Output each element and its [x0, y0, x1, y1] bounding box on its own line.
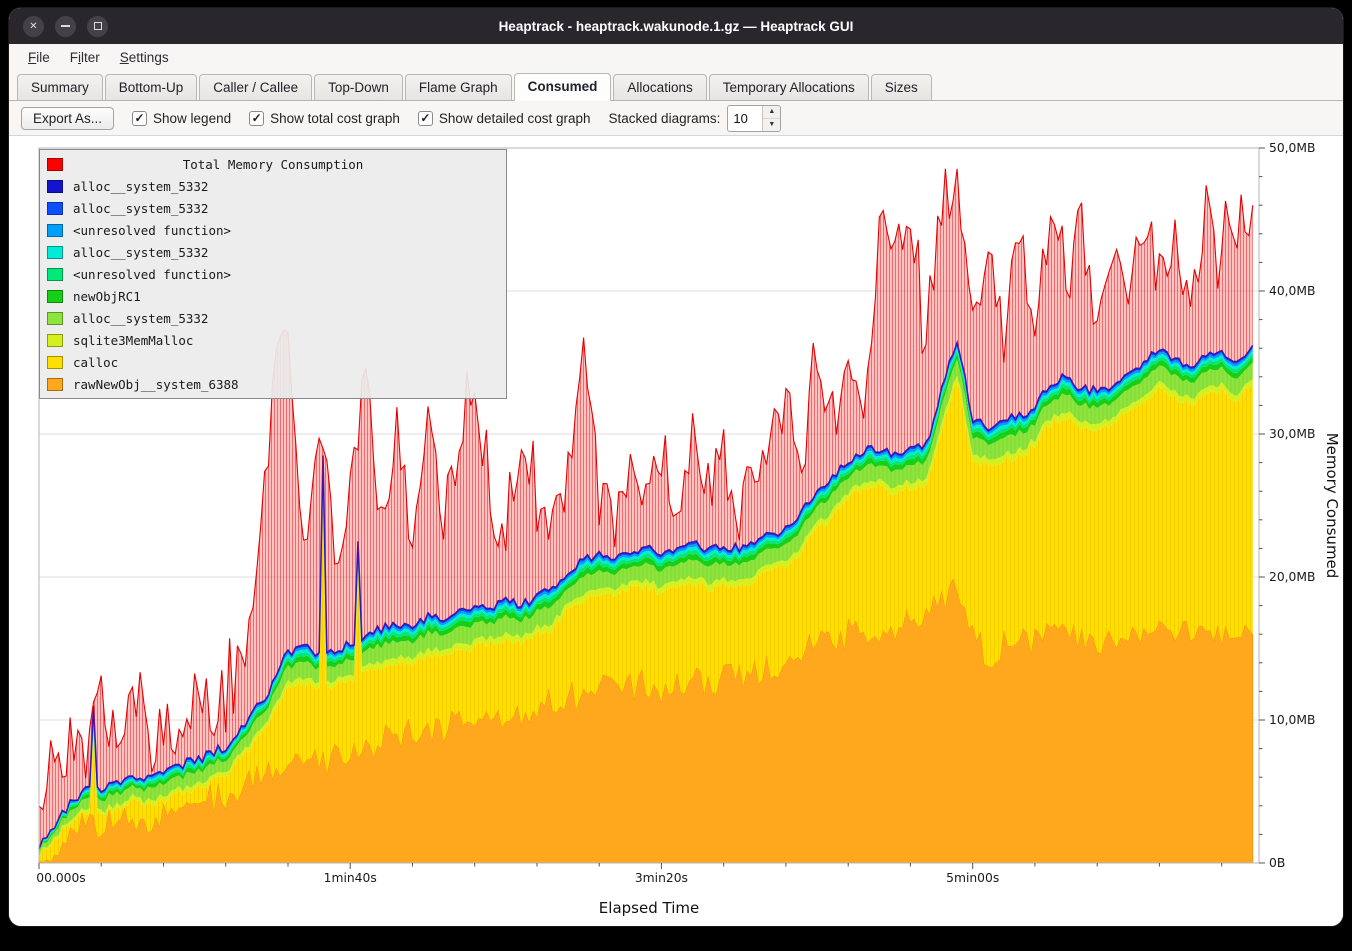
legend-label: newObjRC1 [73, 289, 141, 304]
svg-text:40,0MB: 40,0MB [1269, 284, 1315, 298]
legend-swatch [47, 180, 63, 193]
chart-legend: Total Memory Consumption alloc__system_53… [39, 149, 507, 399]
toolbar-checkboxes: ✓ Show legend ✓ Show total cost graph ✓ Show … [132, 111, 591, 126]
checkbox-label: Show detailed cost graph [439, 111, 591, 126]
legend-item: calloc [40, 351, 506, 373]
svg-text:5min00s: 5min00s [946, 871, 999, 885]
stacked-diagrams-group: Stacked diagrams: 10 ▲ ▼ [609, 105, 782, 132]
checkbox-icon[interactable]: ✓ [249, 111, 264, 126]
legend-item: alloc__system_5332 [40, 197, 506, 219]
heaptrack-window: ✕ Heaptrack - heaptrack.wakunode.1.gz — … [9, 8, 1343, 926]
spin-down-button[interactable]: ▼ [763, 119, 780, 131]
legend-item: alloc__system_5332 [40, 307, 506, 329]
legend-item: alloc__system_5332 [40, 175, 506, 197]
checkbox-icon[interactable]: ✓ [132, 111, 147, 126]
window-title: Heaptrack - heaptrack.wakunode.1.gz — He… [499, 19, 854, 34]
tab-consumed[interactable]: Consumed [514, 73, 612, 101]
tab-bar: SummaryBottom-UpCaller / CalleeTop-DownF… [9, 70, 1343, 101]
checkbox-label: Show total cost graph [270, 111, 400, 126]
svg-text:20,0MB: 20,0MB [1269, 570, 1315, 584]
spin-buttons: ▲ ▼ [762, 106, 780, 131]
legend-item: <unresolved function> [40, 263, 506, 285]
checkbox-show-detailed-cost-graph[interactable]: ✓ Show detailed cost graph [418, 111, 591, 126]
tab-top-down[interactable]: Top-Down [314, 74, 403, 100]
maximize-icon [94, 22, 102, 30]
stacked-diagrams-label: Stacked diagrams: [609, 111, 721, 126]
title-bar[interactable]: ✕ Heaptrack - heaptrack.wakunode.1.gz — … [9, 8, 1343, 44]
svg-text:3min20s: 3min20s [635, 871, 688, 885]
export-as-button[interactable]: Export As... [21, 107, 114, 130]
legend-swatch [47, 246, 63, 259]
close-button[interactable]: ✕ [23, 16, 44, 37]
tab-allocations[interactable]: Allocations [613, 74, 706, 100]
menu-bar: FileFilterSettings [9, 44, 1343, 70]
menu-settings[interactable]: Settings [111, 48, 178, 67]
legend-item: sqlite3MemMalloc [40, 329, 506, 351]
close-icon: ✕ [29, 21, 37, 32]
legend-item: newObjRC1 [40, 285, 506, 307]
menu-file[interactable]: File [19, 48, 59, 67]
svg-text:Elapsed Time: Elapsed Time [599, 899, 699, 917]
legend-title: Total Memory Consumption [63, 157, 483, 172]
legend-label: <unresolved function> [73, 223, 231, 238]
svg-text:50,0MB: 50,0MB [1269, 141, 1315, 155]
legend-label: sqlite3MemMalloc [73, 333, 193, 348]
legend-title-row: Total Memory Consumption [40, 153, 506, 175]
legend-swatch [47, 334, 63, 347]
toolbar: Export As... ✓ Show legend ✓ Show total cos… [9, 101, 1343, 136]
minimize-icon [61, 25, 70, 27]
stacked-diagrams-value[interactable]: 10 [728, 106, 762, 131]
tab-summary[interactable]: Summary [17, 74, 103, 100]
checkbox-show-total-cost-graph[interactable]: ✓ Show total cost graph [249, 111, 400, 126]
legend-swatch [47, 356, 63, 369]
legend-swatch [47, 158, 63, 171]
tab-flame-graph[interactable]: Flame Graph [405, 74, 512, 100]
tab-temporary-allocations[interactable]: Temporary Allocations [709, 74, 869, 100]
legend-label: alloc__system_5332 [73, 245, 208, 260]
legend-item: <unresolved function> [40, 219, 506, 241]
legend-swatch [47, 378, 63, 391]
stacked-diagrams-spinbox[interactable]: 10 ▲ ▼ [727, 105, 781, 132]
legend-swatch [47, 290, 63, 303]
legend-item: alloc__system_5332 [40, 241, 506, 263]
legend-swatch [47, 202, 63, 215]
legend-label: calloc [73, 355, 118, 370]
svg-text:10,0MB: 10,0MB [1269, 713, 1315, 727]
legend-swatch [47, 268, 63, 281]
checkbox-show-legend[interactable]: ✓ Show legend [132, 111, 231, 126]
menu-filter[interactable]: Filter [61, 48, 109, 67]
minimize-button[interactable] [55, 16, 76, 37]
legend-label: alloc__system_5332 [73, 179, 208, 194]
legend-item: rawNewObj__system_6388 [40, 373, 506, 395]
legend-swatch [47, 312, 63, 325]
svg-text:1min40s: 1min40s [324, 871, 377, 885]
svg-text:0B: 0B [1269, 856, 1285, 870]
svg-text:00.000s: 00.000s [36, 871, 85, 885]
maximize-button[interactable] [87, 16, 108, 37]
legend-label: alloc__system_5332 [73, 201, 208, 216]
spin-up-button[interactable]: ▲ [763, 106, 780, 119]
legend-label: alloc__system_5332 [73, 311, 208, 326]
legend-swatch [47, 224, 63, 237]
chart-area[interactable]: 00.000s 1min40s 3min20s 5min00s 0B 10,0MB 20,0… [9, 136, 1343, 926]
svg-text:30,0MB: 30,0MB [1269, 427, 1315, 441]
tab-bottom-up[interactable]: Bottom-Up [105, 74, 198, 100]
legend-label: rawNewObj__system_6388 [73, 377, 239, 392]
svg-text:Memory Consumed: Memory Consumed [1323, 433, 1341, 579]
tab-caller-callee[interactable]: Caller / Callee [199, 74, 312, 100]
tab-sizes[interactable]: Sizes [871, 74, 932, 100]
window-controls: ✕ [23, 8, 108, 44]
legend-label: <unresolved function> [73, 267, 231, 282]
checkbox-label: Show legend [153, 111, 231, 126]
checkbox-icon[interactable]: ✓ [418, 111, 433, 126]
